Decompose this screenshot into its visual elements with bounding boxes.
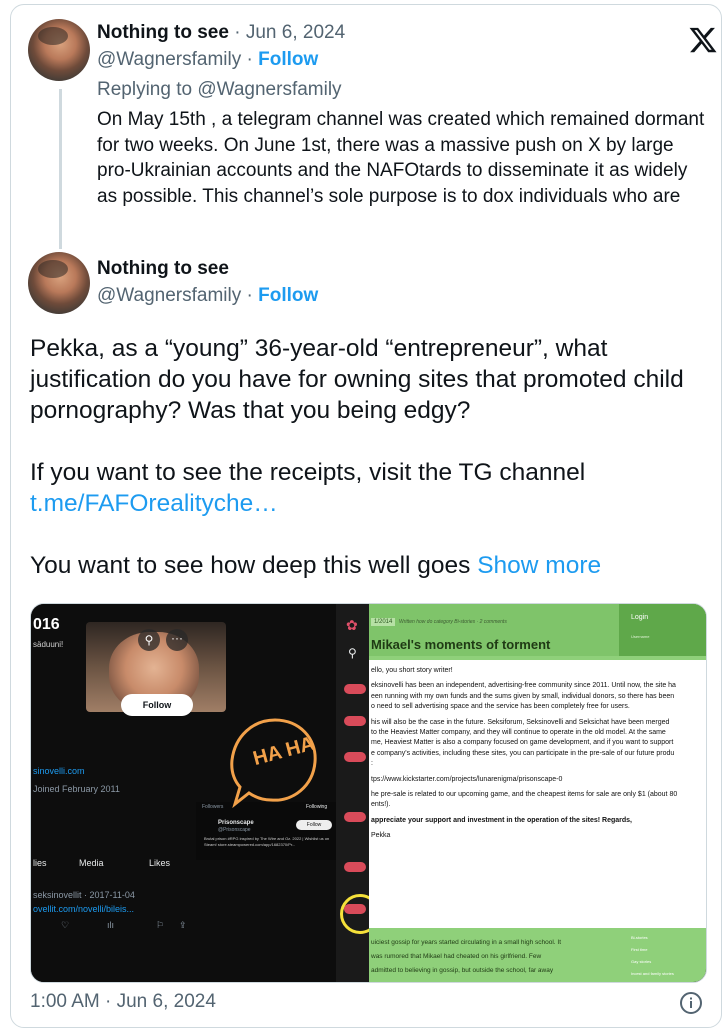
- author-handle[interactable]: @Wagnersfamily: [97, 285, 241, 306]
- login-panel: Login Username: [619, 604, 706, 656]
- sidebar-pill-5: [344, 862, 366, 872]
- announcement-line: ello, you short story writer!: [371, 667, 453, 674]
- category-sidebar: Bi-stories First time Gay stories Incest…: [631, 932, 706, 982]
- announcement-line: appreciate your support and investment i…: [371, 816, 632, 824]
- overlay-handle: @Prisonscape: [218, 827, 251, 833]
- category-link[interactable]: Bi-stories: [631, 932, 706, 944]
- follow-link[interactable]: Follow: [258, 285, 318, 306]
- story-lines: uiciest gossip for years started circula…: [371, 936, 627, 978]
- sidebar-logo-icon: ✿: [346, 617, 358, 633]
- category-link[interactable]: Incest and family stories: [631, 968, 706, 980]
- sidebar-pill-3: [344, 752, 366, 762]
- story-line: admitted to believing in gossip, but out…: [371, 967, 554, 974]
- left-shot-sidebar-strip: ✿ ⚲: [336, 604, 369, 982]
- quoted-handle[interactable]: @Wagnersfamily: [97, 49, 241, 70]
- announcement-signature: Pekka: [371, 832, 391, 840]
- post-actions: ♡ ılı ⚐ ⇪: [61, 920, 201, 934]
- replying-to-label: Replying to @Wagnersfamily: [97, 79, 342, 100]
- announcement-line: o need to sell advertising space and the…: [371, 703, 630, 711]
- sidebar-pill-4: [344, 812, 366, 822]
- header-partial: 016: [33, 616, 60, 633]
- forum-post-title: Mikael's moments of torment: [371, 637, 551, 652]
- tweet-paragraph-1: Pekka, as a “young” 36-year-old “entrepr…: [30, 335, 684, 424]
- username-label: Username: [631, 634, 650, 639]
- announcement-line: me, Heaviest Matter is also a company fo…: [371, 739, 674, 747]
- quoted-author-name[interactable]: Nothing to see · Jun 6, 2024: [97, 22, 345, 44]
- announcement-line: ents!).: [371, 801, 391, 809]
- post-handle: seksinovellit · 2017-11-04: [33, 890, 135, 900]
- overlay-follow-button[interactable]: Follow: [296, 820, 332, 830]
- author-name[interactable]: Nothing to see: [97, 258, 229, 280]
- more-circle-icon[interactable]: ···: [166, 629, 188, 651]
- quoted-handle-row: @Wagnersfamily · Follow: [97, 49, 319, 70]
- tweet-media[interactable]: 016 säduuni! ⚲ ··· Follow sinovelli.com …: [30, 603, 707, 983]
- author-avatar[interactable]: [28, 252, 90, 314]
- forum-meta-line: Written how do category Bi-stories · 2 c…: [399, 619, 507, 625]
- announcement-line: :: [371, 760, 373, 768]
- login-title[interactable]: Login: [631, 614, 648, 621]
- views-icon[interactable]: ılı: [107, 920, 114, 930]
- quoted-avatar[interactable]: [28, 19, 90, 81]
- category-link[interactable]: Gay stories: [631, 956, 706, 968]
- author-handle-row: @Wagnersfamily · Follow: [97, 285, 319, 306]
- x-logo-icon[interactable]: [688, 25, 718, 55]
- telegram-link[interactable]: t.me/FAFOrealityche…: [30, 490, 278, 517]
- media-right-screenshot[interactable]: 1/2014 Written how do category Bi-storie…: [369, 604, 706, 982]
- sidebar-pill-1: [344, 684, 366, 694]
- media-left-screenshot[interactable]: 016 säduuni! ⚲ ··· Follow sinovelli.com …: [31, 604, 369, 982]
- overlay-tab-followers[interactable]: Followers: [202, 804, 223, 810]
- overlay-name[interactable]: Prisonscape: [218, 820, 254, 826]
- overlay-bio: Brutal prison #RPG inspired by The Wire …: [204, 836, 330, 847]
- show-more-link[interactable]: Show more: [477, 552, 601, 579]
- subtitle-partial: säduuni!: [33, 640, 64, 649]
- tweet-paragraph-2-text: If you want to see the receipts, visit t…: [30, 459, 586, 486]
- sidebar-search-icon[interactable]: ⚲: [348, 646, 357, 660]
- haha-bubble-icon: HA HA: [230, 718, 317, 809]
- haha-text: HA HA: [251, 733, 317, 770]
- quoted-name-text[interactable]: Nothing to see: [97, 22, 229, 43]
- announcement-line: he pre-sale is related to our upcoming g…: [371, 791, 678, 799]
- announcement-line: eksinovelli has been an independent, adv…: [371, 682, 676, 690]
- bookmark-icon[interactable]: ⚐: [156, 920, 164, 931]
- tweet-paragraph-3: You want to see how deep this well goes …: [30, 550, 710, 581]
- share-icon[interactable]: ⇪: [179, 920, 187, 931]
- announcement-line: e company's activities, including these …: [371, 749, 675, 757]
- kickstarter-link[interactable]: tps://www.kickstarter.com/projects/lunar…: [371, 775, 706, 785]
- info-icon[interactable]: [679, 991, 703, 1015]
- post-link[interactable]: ovellit.com/novelli/bileis...: [33, 904, 134, 914]
- tweet-card: Nothing to see · Jun 6, 2024 @Wagnersfam…: [10, 4, 722, 1028]
- category-link[interactable]: First time: [631, 944, 706, 956]
- tweet-paragraph-3-text: You want to see how deep this well goes: [30, 552, 471, 579]
- announcement-line: to the Heaviest Matter company, and they…: [371, 729, 666, 737]
- search-circle-icon[interactable]: ⚲: [138, 629, 160, 651]
- profile-follow-button[interactable]: Follow: [121, 694, 193, 716]
- forum-date-tag: 1/2014: [371, 618, 396, 626]
- quoted-tweet-text: On May 15th , a telegram channel was cre…: [97, 109, 705, 207]
- tab-replies[interactable]: lies: [33, 858, 47, 868]
- thread-line: [59, 89, 62, 249]
- announcement-line: his will also be the case in the future.…: [371, 718, 670, 726]
- tab-likes[interactable]: Likes: [149, 858, 170, 868]
- tab-media[interactable]: Media: [79, 858, 104, 868]
- follow-overlay: Followers Following Prisonscape @Prisons…: [196, 802, 336, 860]
- announcement-lines: ello, you short story writer! eksinovell…: [371, 666, 706, 842]
- like-icon[interactable]: ♡: [61, 920, 69, 931]
- profile-joined: Joined February 2011: [33, 784, 120, 794]
- story-line: was rumored that Mikael had cheated on h…: [371, 953, 542, 960]
- yellow-circle-highlight: [340, 894, 369, 934]
- tweet-body: Pekka, as a “young” 36-year-old “entrepr…: [30, 333, 710, 581]
- tweet-paragraph-2: If you want to see the receipts, visit t…: [30, 457, 710, 519]
- announcement-line: een running with my own funds and the su…: [371, 692, 675, 700]
- tweet-timestamp[interactable]: 1:00 AM · Jun 6, 2024: [30, 991, 216, 1013]
- quoted-follow-link[interactable]: Follow: [258, 49, 318, 70]
- announcement-box: ello, you short story writer! eksinovell…: [369, 660, 706, 928]
- quoted-date[interactable]: Jun 6, 2024: [246, 22, 345, 43]
- story-line: uiciest gossip for years started circula…: [371, 939, 562, 946]
- sidebar-pill-2: [344, 716, 366, 726]
- profile-site-link[interactable]: sinovelli.com: [33, 766, 85, 776]
- profile-tabs: lies Media Likes: [31, 858, 221, 878]
